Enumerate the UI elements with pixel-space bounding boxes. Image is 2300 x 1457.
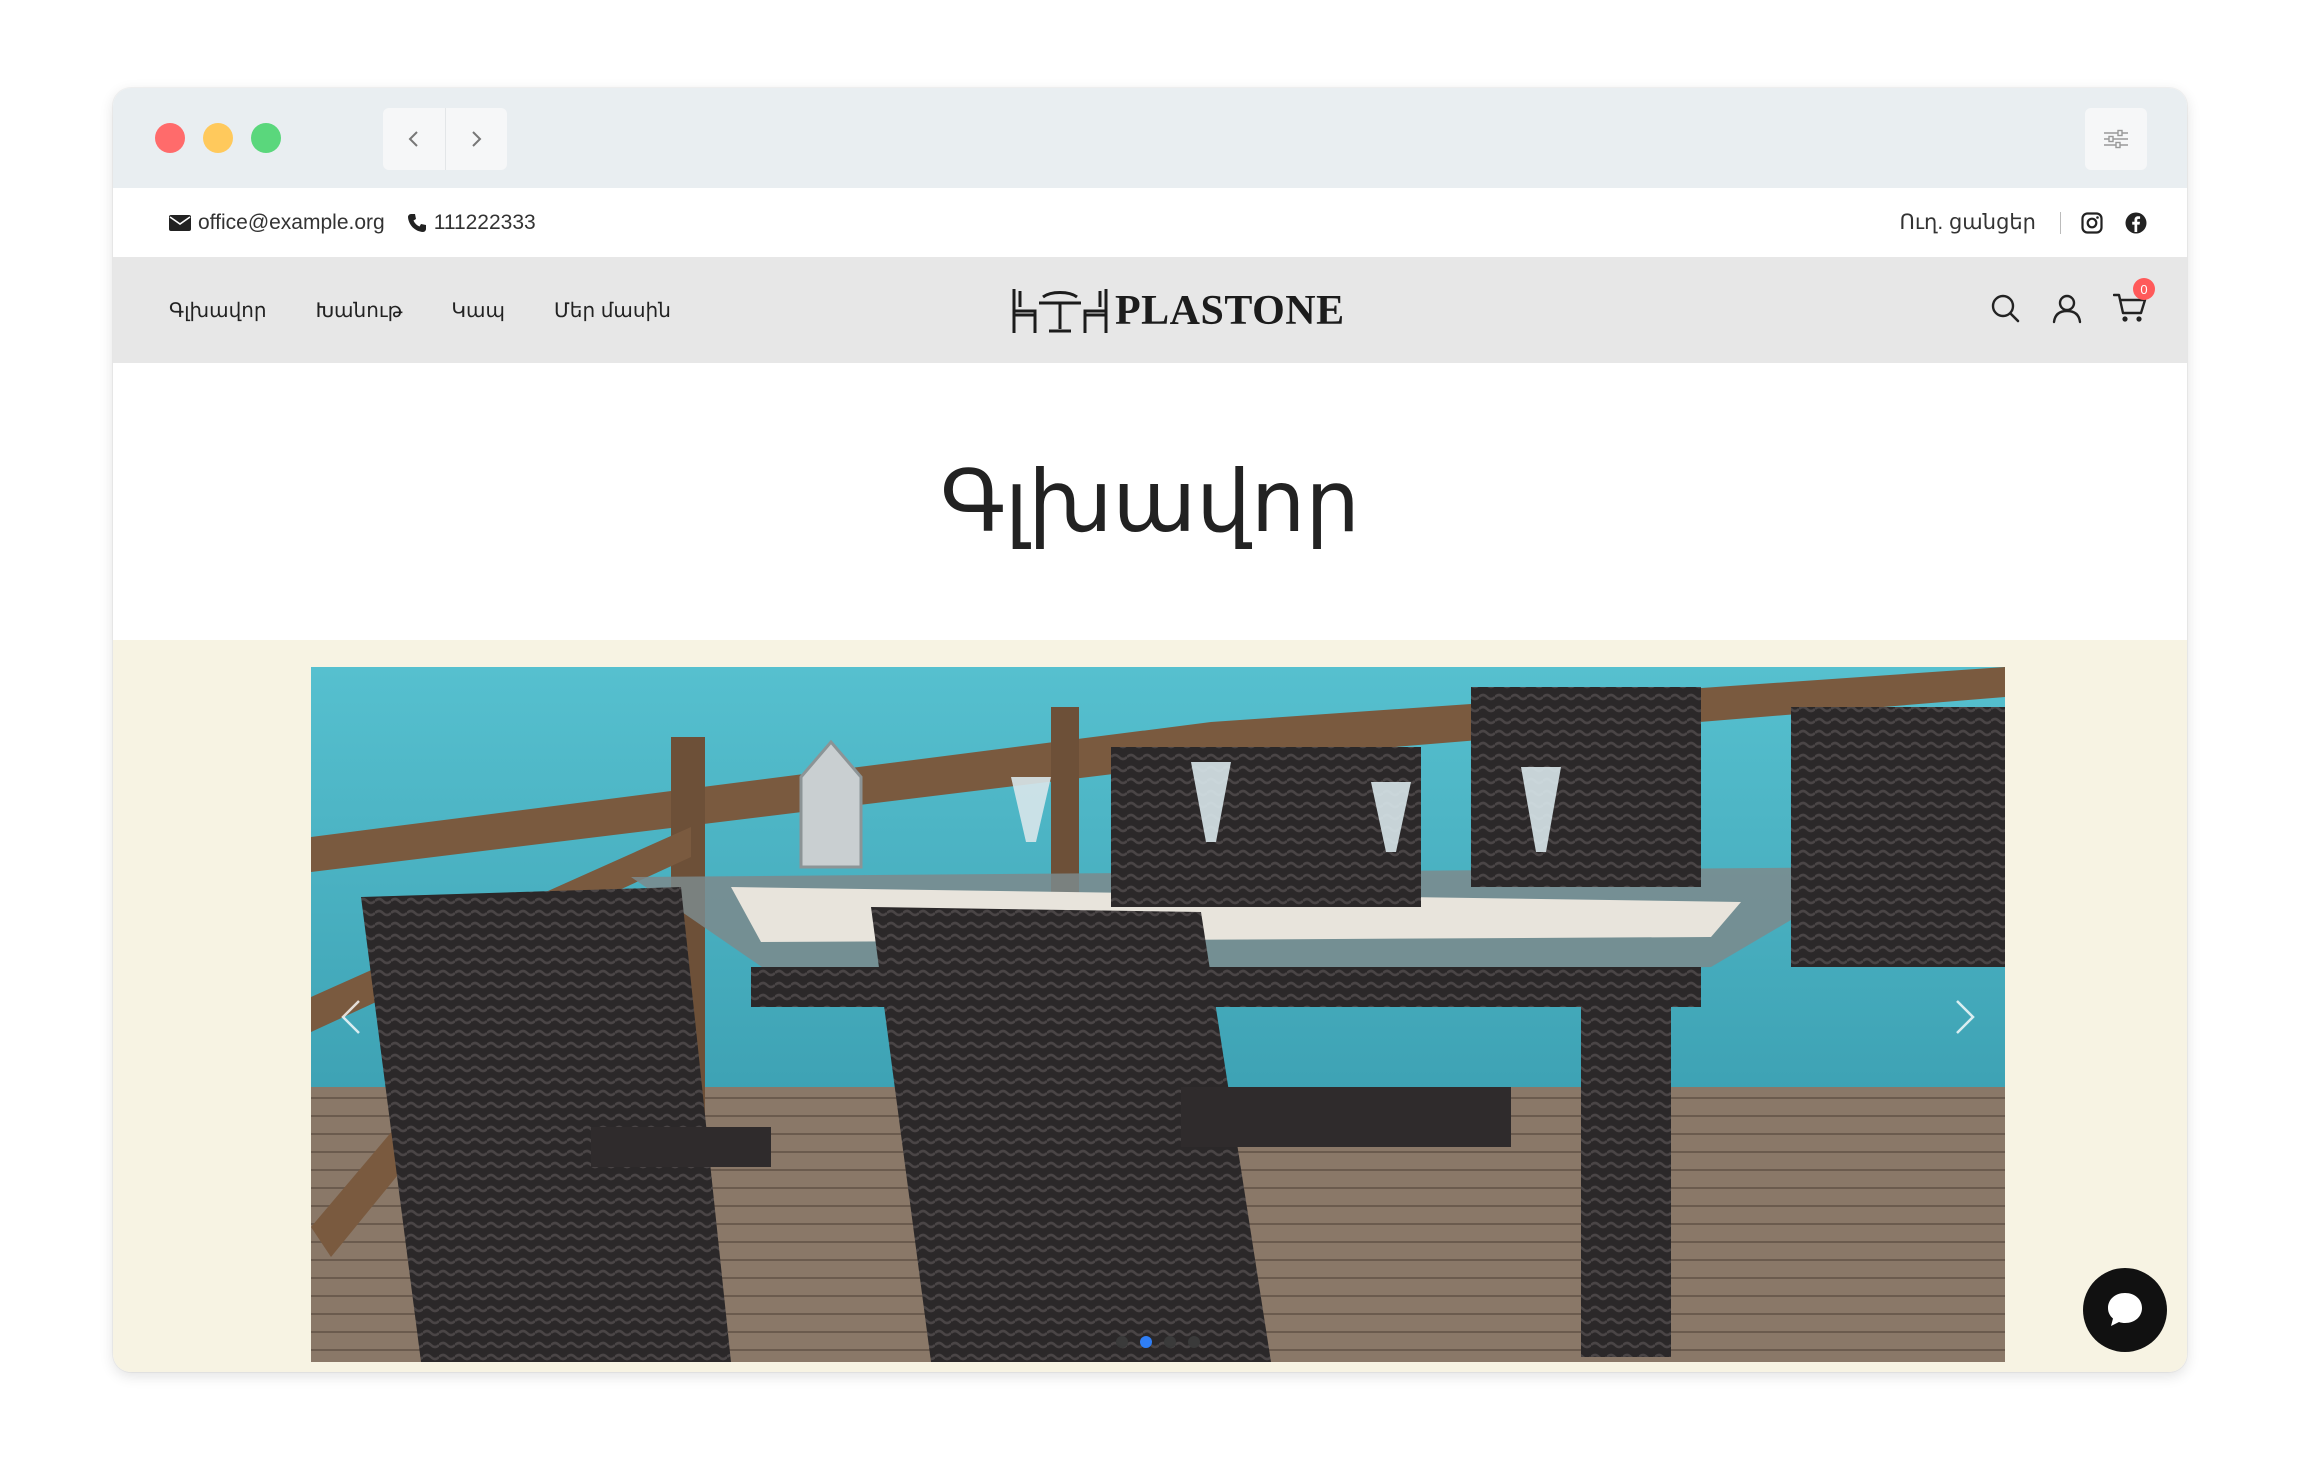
chat-button[interactable] [2083,1268,2167,1352]
hero-section [113,640,2187,1372]
settings-button[interactable] [2085,108,2147,170]
slider-dot[interactable] [1116,1336,1128,1348]
social-label: Ուղ. ցանցեր [1899,211,2036,234]
email-link[interactable]: office@example.org [169,211,385,235]
slider-next-button[interactable] [1945,997,1985,1037]
phone-text: 111222333 [433,210,536,234]
chevron-right-icon [472,131,482,147]
nav-item-contact[interactable]: Կապ [451,298,505,323]
history-nav [383,108,507,170]
contact-bar: office@example.org 111222333 Ուղ. ցանցեր [113,188,2187,257]
window-titlebar [113,88,2187,188]
slider-pagination [311,1336,2005,1348]
user-icon [2052,294,2082,324]
hero-slide[interactable] [311,667,2005,1362]
minimize-window-button[interactable] [203,123,233,153]
main-menu: Գլխավոր Խանութ Կապ Մեր մասին [169,257,720,363]
logo-text: PLASTONE [1115,288,1345,334]
main-navigation: Գլխավոր Խանութ Կապ Մեր մասին PLASTONE 0 [113,257,2187,363]
chevron-left-icon [408,131,418,147]
email-text: office@example.org [198,210,385,234]
search-button[interactable] [1989,292,2021,328]
phone-icon [407,213,426,232]
instagram-icon[interactable] [2081,211,2103,234]
slider-dot[interactable] [1164,1336,1176,1348]
facebook-icon[interactable] [2125,212,2147,234]
page-title: Գլխավոր [940,451,1360,552]
back-button[interactable] [383,108,445,170]
search-icon [1991,294,2020,323]
envelope-icon [169,214,191,231]
chat-bubble-icon [2108,1293,2142,1326]
cart-button[interactable]: 0 [2112,278,2155,328]
close-window-button[interactable] [155,123,185,153]
browser-window: office@example.org 111222333 Ուղ. ցանցեր… [113,88,2187,1372]
slider-dot[interactable] [1188,1336,1200,1348]
slider-dot-active[interactable] [1140,1336,1152,1348]
chevron-left-icon [341,1000,360,1034]
divider [2060,211,2061,234]
maximize-window-button[interactable] [251,123,281,153]
sliders-icon [2104,129,2128,149]
cart-count-badge: 0 [2133,278,2155,300]
nav-item-shop[interactable]: Խանութ [316,298,403,323]
slider-prev-button[interactable] [331,997,371,1037]
nav-item-about[interactable]: Մեր մասին [554,298,671,323]
furniture-logo-icon [1012,289,1108,333]
account-button[interactable] [2051,292,2083,328]
forward-button[interactable] [444,108,508,170]
nav-item-home[interactable]: Գլխավոր [169,298,267,323]
header-actions: 0 [1959,257,2155,363]
site-logo[interactable]: PLASTONE [1011,285,1345,337]
social-links: Ուղ. ցանցեր [1900,188,2147,257]
phone-link[interactable]: 111222333 [407,211,536,235]
hero-image [311,667,2005,1362]
contact-info: office@example.org 111222333 [169,188,558,257]
chevron-right-icon [1956,1000,1975,1034]
